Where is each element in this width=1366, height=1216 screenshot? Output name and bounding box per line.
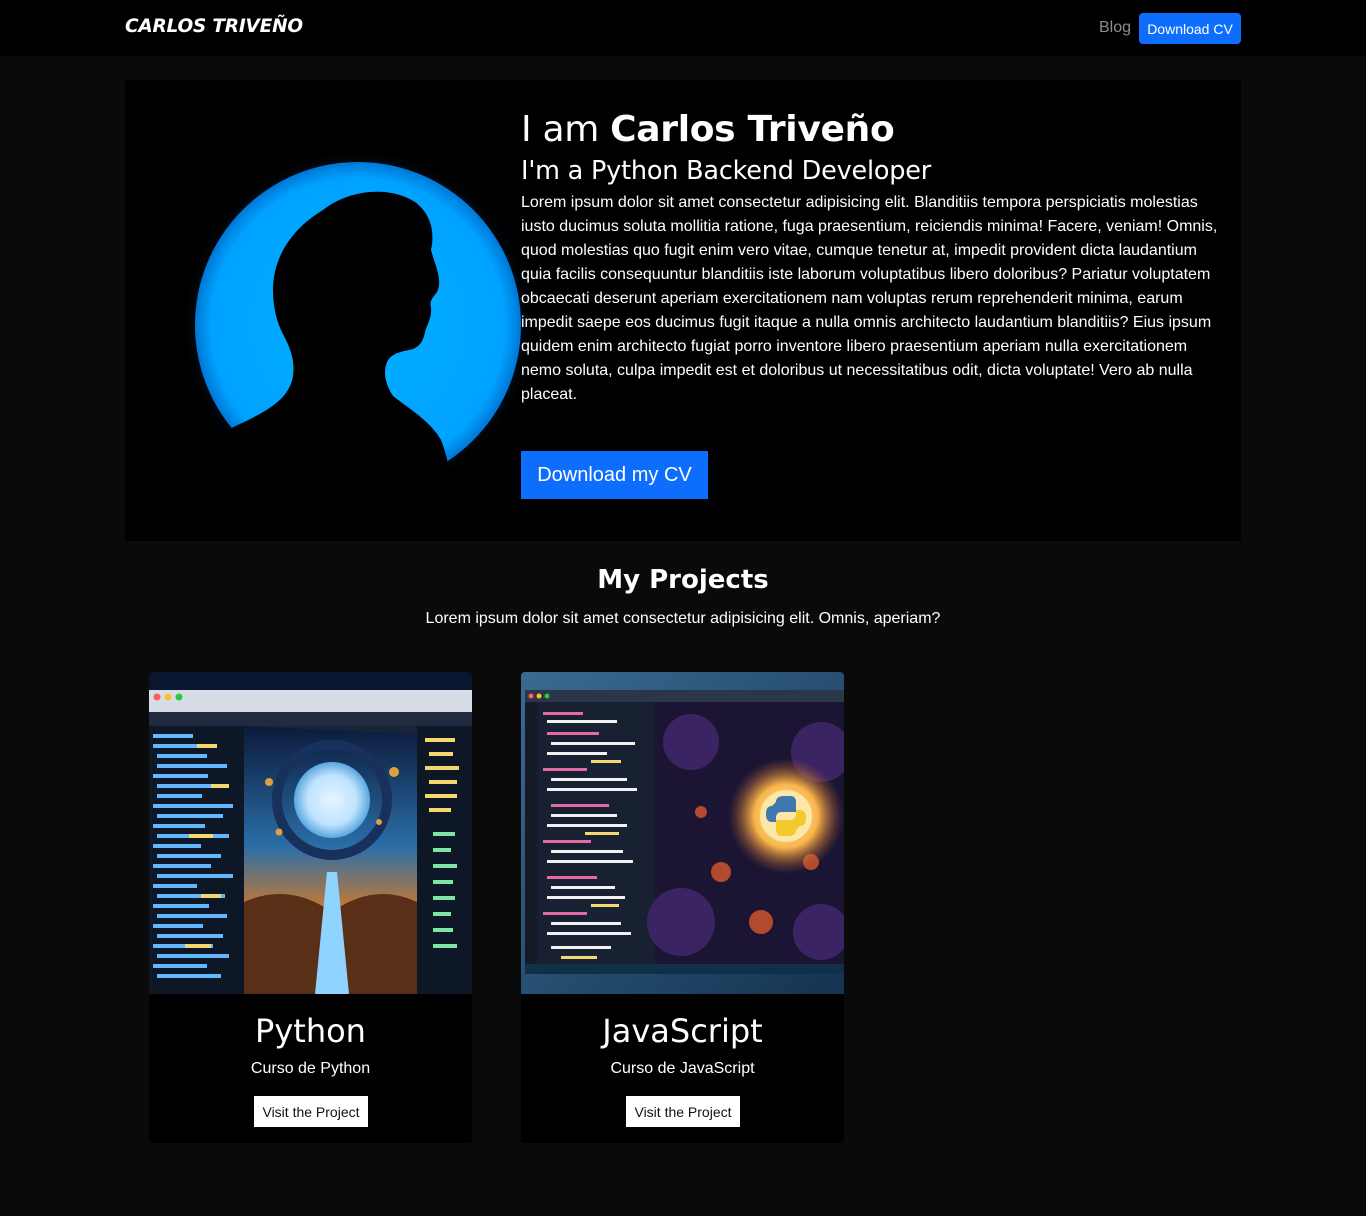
hero-subtitle: I'm a Python Backend Developer — [521, 156, 931, 187]
hero-text: I am Carlos Triveño I'm a Python Backend… — [521, 108, 1221, 407]
nav-link-blog[interactable]: Blog — [1099, 19, 1131, 37]
hero-title-prefix: I am — [521, 109, 611, 150]
visit-project-button[interactable]: Visit the Project — [254, 1096, 368, 1127]
visit-project-button[interactable]: Visit the Project — [626, 1096, 740, 1127]
hero-section: I am Carlos Triveño I'm a Python Backend… — [125, 80, 1241, 541]
card-title: JavaScript — [602, 1012, 763, 1050]
card-text: Curso de JavaScript — [610, 1060, 755, 1077]
brand-logo[interactable]: CARLOS TRIVEÑO — [125, 16, 303, 37]
card-text: Curso de Python — [250, 1060, 371, 1077]
hero-title-name: Carlos Triveño — [610, 109, 895, 150]
navbar: CARLOS TRIVEÑO Blog Download CV — [0, 0, 1366, 56]
hero-title: I am Carlos Triveño — [521, 108, 1221, 151]
projects-subtitle: Lorem ipsum dolor sit amet consectetur a… — [425, 610, 941, 627]
profile-silhouette-image — [173, 147, 533, 541]
projects-title: My Projects — [597, 565, 769, 595]
javascript-project-image — [521, 672, 844, 994]
project-card-javascript: JavaScript Curso de JavaScript Visit the… — [521, 672, 844, 1143]
python-project-image — [149, 672, 472, 994]
download-cv-button[interactable]: Download CV — [1139, 13, 1241, 44]
download-my-cv-button[interactable]: Download my CV — [521, 451, 708, 499]
hero-description: Lorem ipsum dolor sit amet consectetur a… — [521, 194, 1218, 404]
project-card-python: Python Curso de Python Visit the Project — [149, 672, 472, 1143]
card-title: Python — [255, 1012, 366, 1050]
